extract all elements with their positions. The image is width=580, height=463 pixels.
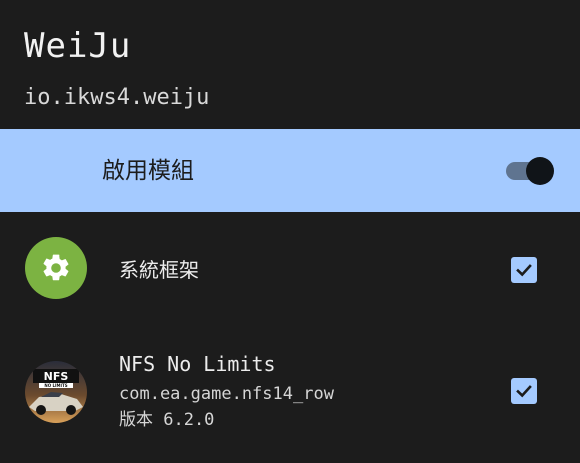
svg-text:NO LIMITS: NO LIMITS [44,383,67,388]
enable-module-label: 啟用模組 [102,158,194,184]
module-title: NFS No Limits [119,352,276,376]
app-name: WeiJu [24,26,132,66]
enable-module-switch[interactable] [504,157,554,185]
module-version: 版本 6.2.0 [119,410,215,430]
module-item-nfs-no-limits[interactable]: NFS NO LIMITS NFS No Limits com.ea.game.… [0,328,580,463]
package-name: io.ikws4.weiju [24,85,210,110]
enable-module-row[interactable]: 啟用模組 [0,129,580,212]
check-icon [516,385,532,398]
module-checkbox[interactable] [511,257,537,283]
module-settings-page: WeiJu io.ikws4.weiju 啟用模組 系統框架 NFS NO LI… [0,0,580,463]
module-item-system-framework[interactable]: 系統框架 [0,212,580,328]
module-checkbox[interactable] [511,378,537,404]
switch-thumb [526,157,554,185]
svg-text:NFS: NFS [44,370,69,383]
module-package-name: com.ea.game.nfs14_row [119,384,334,404]
nfs-no-limits-app-icon: NFS NO LIMITS [25,361,87,423]
module-title: 系統框架 [119,258,199,282]
android-gear-icon [25,237,87,299]
check-icon [516,264,532,277]
app-header: WeiJu io.ikws4.weiju [0,0,580,129]
